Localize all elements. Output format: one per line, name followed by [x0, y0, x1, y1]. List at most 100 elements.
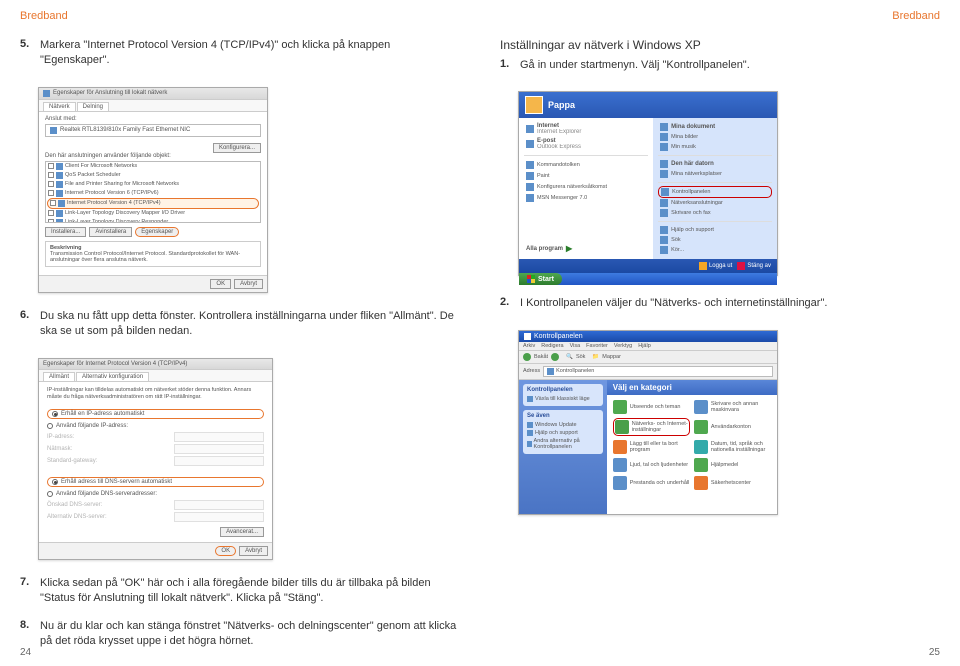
start-item[interactable]: Paint: [524, 171, 648, 181]
start-item[interactable]: Nätverksanslutningar: [658, 198, 772, 208]
start-item[interactable]: Skrivare och fax: [658, 208, 772, 218]
tab-sharing[interactable]: Delning: [77, 102, 109, 111]
tab-general[interactable]: Allmänt: [43, 372, 75, 381]
screenshot-connection-properties: Egenskaper för Anslutning till lokalt nä…: [38, 87, 268, 293]
start-item-control-panel-highlighted[interactable]: Kontrollpanelen: [658, 186, 772, 198]
avatar: [525, 96, 543, 114]
cp-icon: [524, 333, 531, 340]
start-button[interactable]: Start: [519, 273, 562, 285]
properties-button-highlighted[interactable]: Egenskaper: [135, 227, 179, 237]
side-link[interactable]: Windows Update: [527, 421, 599, 429]
start-item[interactable]: Min musik: [658, 142, 772, 152]
page-header-right: Bredband: [500, 10, 940, 22]
switch-icon: [527, 396, 533, 402]
logoff-button[interactable]: Logga ut: [699, 262, 732, 270]
menu-tools[interactable]: Verktyg: [614, 343, 632, 349]
list-item[interactable]: Link-Layer Topology Discovery Mapper I/O…: [46, 209, 260, 218]
menu-file[interactable]: Arkiv: [523, 343, 535, 349]
start-item[interactable]: Mina dokument: [658, 122, 772, 132]
tab-network[interactable]: Nätverk: [43, 102, 76, 111]
back-icon[interactable]: [523, 353, 531, 361]
address-input[interactable]: Kontrollpanelen: [543, 366, 773, 377]
category-sound[interactable]: Ljud, tal och ljudenheter: [613, 458, 690, 472]
start-item-email[interactable]: E-postOutlook Express: [524, 137, 648, 151]
category-performance[interactable]: Prestanda och underhåll: [613, 476, 690, 490]
ok-button-highlighted[interactable]: OK: [215, 546, 236, 556]
step-5: 5. Markera "Internet Protocol Version 4 …: [20, 38, 460, 69]
ok-button[interactable]: OK: [210, 279, 231, 289]
control-panel-icon: [661, 188, 669, 196]
network-icon: [526, 183, 534, 191]
configure-button[interactable]: Konfigurera...: [213, 143, 261, 153]
category-datetime[interactable]: Datum, tid, språk och nationella inställ…: [694, 440, 771, 454]
components-label: Den här anslutningen använder följande o…: [45, 153, 261, 159]
start-item[interactable]: Kommandotolken: [524, 160, 648, 170]
start-bottom-bar: Logga ut Stäng av: [519, 259, 777, 273]
start-item[interactable]: Sök: [658, 235, 772, 245]
dns1-row: Önskad DNS-server:: [47, 500, 264, 510]
folders-button[interactable]: Mappar: [602, 354, 621, 360]
category-security[interactable]: Säkerhetscenter: [694, 476, 771, 490]
start-item-internet[interactable]: InternetInternet Explorer: [524, 122, 648, 136]
forward-icon[interactable]: [551, 353, 559, 361]
step-number: 8.: [20, 619, 34, 650]
category-network-highlighted[interactable]: Nätverks- och Internet-inställningar: [613, 418, 690, 436]
menu-view[interactable]: Visa: [570, 343, 581, 349]
side-link[interactable]: Andra alternativ på Kontrollpanelen: [527, 437, 599, 451]
advanced-button[interactable]: Avancerat...: [220, 527, 264, 537]
list-item-ipv4-highlighted[interactable]: Internet Protocol Version 4 (TCP/IPv4): [47, 198, 259, 209]
radio-obtain-dns-auto-highlighted[interactable]: Erhåll adress till DNS-servern automatis…: [47, 477, 264, 487]
shutdown-button[interactable]: Stäng av: [737, 262, 771, 270]
radio-obtain-ip-auto-highlighted[interactable]: Erhåll en IP-adress automatiskt: [47, 409, 264, 419]
start-item[interactable]: MSN Messenger 7.0: [524, 193, 648, 203]
mail-icon: [526, 140, 534, 148]
menu-edit[interactable]: Redigera: [541, 343, 563, 349]
uninstall-button[interactable]: Avinstallera: [89, 227, 132, 237]
start-item[interactable]: Den här datorn: [658, 159, 772, 169]
radio-use-ip[interactable]: Använd följande IP-adress:: [47, 423, 264, 429]
all-programs[interactable]: Alla program▶: [524, 242, 648, 255]
switch-classic-link[interactable]: Växla till klassiskt läge: [527, 395, 599, 403]
category-addremove[interactable]: Lägg till eller ta bort program: [613, 440, 690, 454]
side-heading: Kontrollpanelen: [527, 387, 599, 393]
install-button[interactable]: Installera...: [45, 227, 86, 237]
radio-use-dns[interactable]: Använd följande DNS-serveradresser:: [47, 491, 264, 497]
list-item[interactable]: Internet Protocol Version 6 (TCP/IPv6): [46, 189, 260, 198]
list-item[interactable]: Link-Layer Topology Discovery Responder: [46, 218, 260, 223]
category-users[interactable]: Användarkonton: [694, 418, 771, 436]
shutdown-icon: [737, 262, 745, 270]
step-text: I Kontrollpanelen väljer du "Nätverks- o…: [520, 296, 827, 311]
search-button[interactable]: Sök: [576, 354, 585, 360]
tab-alt-config[interactable]: Alternativ konfiguration: [76, 372, 149, 381]
list-item[interactable]: Client For Microsoft Networks: [46, 162, 260, 171]
side-link[interactable]: Hjälp och support: [527, 429, 599, 437]
cmd-icon: [526, 161, 534, 169]
side-heading: Se även: [527, 413, 599, 419]
window-titlebar: Kontrollpanelen: [519, 331, 777, 342]
accessibility-icon: [694, 458, 708, 472]
back-button[interactable]: Bakåt: [534, 354, 548, 360]
description-text: IP-inställningar kan tilldelas automatis…: [47, 387, 264, 401]
list-item[interactable]: File and Printer Sharing for Microsoft N…: [46, 180, 260, 189]
cancel-button[interactable]: Avbryt: [234, 279, 263, 289]
start-item[interactable]: Mina nätverksplatser: [658, 169, 772, 179]
paint-icon: [526, 172, 534, 180]
start-right-panel: Mina dokument Mina bilder Min musik Den …: [653, 118, 777, 259]
start-item[interactable]: Konfigurera nätverksåtkomst: [524, 182, 648, 192]
category-appearance[interactable]: Utseende och teman: [613, 400, 690, 414]
start-item[interactable]: Kör...: [658, 245, 772, 255]
menu-bar[interactable]: Arkiv Redigera Visa Favoriter Verktyg Hj…: [519, 342, 777, 351]
start-item[interactable]: Hjälp och support: [658, 225, 772, 235]
arrow-right-icon: ▶: [566, 244, 572, 253]
menu-help[interactable]: Hjälp: [638, 343, 651, 349]
menu-favorites[interactable]: Favoriter: [586, 343, 608, 349]
screenshot-ipv4-properties: Egenskaper för Internet Protocol Version…: [38, 358, 273, 560]
components-list[interactable]: Client For Microsoft Networks QoS Packet…: [45, 161, 261, 223]
list-item[interactable]: QoS Packet Scheduler: [46, 171, 260, 180]
cancel-button[interactable]: Avbryt: [239, 546, 268, 556]
start-item[interactable]: Mina bilder: [658, 132, 772, 142]
category-printers[interactable]: Skrivare och annan maskinvara: [694, 400, 771, 414]
category-accessibility[interactable]: Hjälpmedel: [694, 458, 771, 472]
network-conn-icon: [660, 199, 668, 207]
network-icon: [615, 420, 629, 434]
